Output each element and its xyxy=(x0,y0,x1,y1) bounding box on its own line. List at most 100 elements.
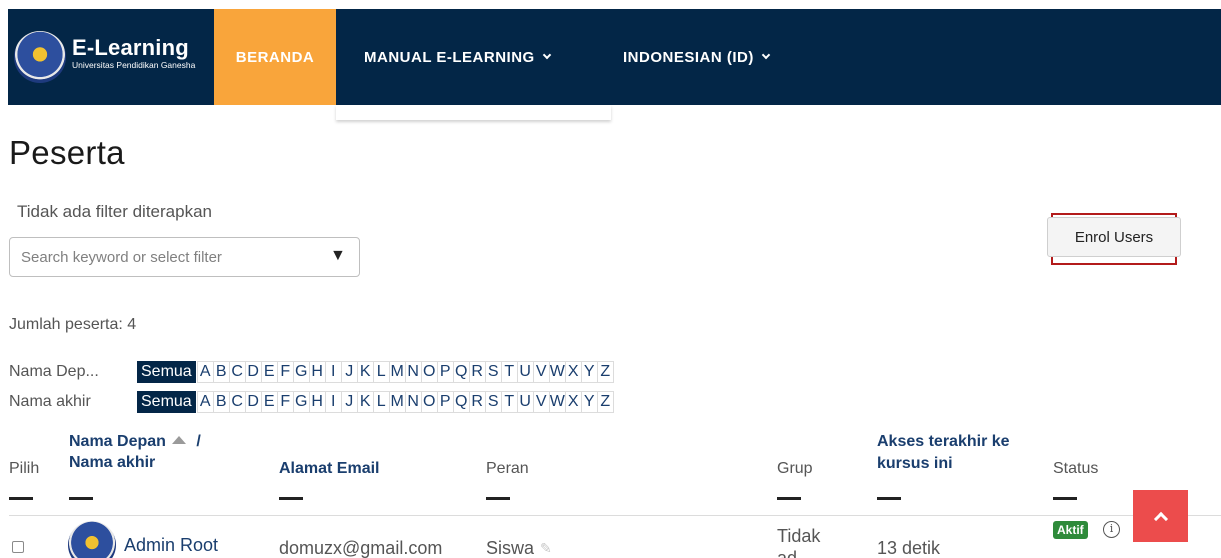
initial-first-p[interactable]: P xyxy=(436,361,454,383)
pencil-icon[interactable]: ✎ xyxy=(540,540,554,556)
initial-first-v[interactable]: V xyxy=(532,361,550,383)
initial-first-m[interactable]: M xyxy=(388,361,406,383)
dropdown-arrow-icon[interactable]: ▼ xyxy=(330,247,346,265)
initial-first-q[interactable]: Q xyxy=(452,361,470,383)
first-name-initials-label: Nama Dep... xyxy=(9,363,99,380)
initial-last-c[interactable]: C xyxy=(228,391,246,413)
initial-first-k[interactable]: K xyxy=(356,361,374,383)
initial-last-m[interactable]: M xyxy=(388,391,406,413)
collapse-column-name[interactable] xyxy=(69,497,93,500)
initial-last-k[interactable]: K xyxy=(356,391,374,413)
initial-first-r[interactable]: R xyxy=(468,361,486,383)
search-placeholder: Search keyword or select filter xyxy=(21,249,222,266)
initial-last-n[interactable]: N xyxy=(404,391,422,413)
initial-last-p[interactable]: P xyxy=(436,391,454,413)
initial-last-e[interactable]: E xyxy=(260,391,278,413)
header-last-access[interactable]: Akses terakhir ke kursus ini xyxy=(877,432,1010,474)
search-filter-input[interactable]: Search keyword or select filter ▼ xyxy=(9,237,360,277)
brand-link[interactable]: E-Learning Universitas Pendidikan Ganesh… xyxy=(8,9,214,105)
initial-first-e[interactable]: E xyxy=(260,361,278,383)
participant-group: Tidak ad xyxy=(777,525,820,558)
initial-last-y[interactable]: Y xyxy=(580,391,598,413)
nav-manual-dropdown[interactable]: MANUAL E-LEARNING xyxy=(364,9,551,105)
initial-first-j[interactable]: J xyxy=(340,361,358,383)
initial-first-u[interactable]: U xyxy=(516,361,534,383)
initial-last-x[interactable]: X xyxy=(564,391,582,413)
chevron-down-icon xyxy=(761,50,771,59)
initial-last-q[interactable]: Q xyxy=(452,391,470,413)
initial-letters-first: ABCDEFGHIJKLMNOPQRSTUVWXYZ xyxy=(196,361,614,383)
initial-first-s[interactable]: S xyxy=(484,361,502,383)
collapse-column-group[interactable] xyxy=(777,497,801,500)
participant-name-link[interactable]: Admin Root xyxy=(124,535,218,556)
collapse-column-email[interactable] xyxy=(279,497,303,500)
initial-first-o[interactable]: O xyxy=(420,361,438,383)
header-status: Status xyxy=(1053,460,1099,477)
initial-last-r[interactable]: R xyxy=(468,391,486,413)
initial-last-a[interactable]: A xyxy=(196,391,214,413)
nav-home[interactable]: BERANDA xyxy=(214,9,336,105)
enrol-users-button[interactable]: Enrol Users xyxy=(1047,217,1181,257)
participant-email: domuzx@gmail.com xyxy=(279,538,443,558)
header-email[interactable]: Alamat Email xyxy=(279,459,379,479)
initial-first-w[interactable]: W xyxy=(548,361,566,383)
participant-count: Jumlah peserta: 4 xyxy=(9,316,137,333)
header-role: Peran xyxy=(486,460,529,477)
header-first-name-label: Nama Depan xyxy=(69,433,166,450)
initial-last-f[interactable]: F xyxy=(276,391,294,413)
initial-all-last[interactable]: Semua xyxy=(137,391,196,413)
initial-last-o[interactable]: O xyxy=(420,391,438,413)
initial-first-c[interactable]: C xyxy=(228,361,246,383)
initial-first-l[interactable]: L xyxy=(372,361,390,383)
participant-group-line2: ad xyxy=(777,548,798,558)
row-select-checkbox[interactable] xyxy=(12,541,24,553)
initial-last-w[interactable]: W xyxy=(548,391,566,413)
initial-first-x[interactable]: X xyxy=(564,361,582,383)
collapse-column-select[interactable] xyxy=(9,497,33,500)
status-badge: Aktif xyxy=(1053,521,1088,539)
initial-first-z[interactable]: Z xyxy=(596,361,614,383)
initial-last-i[interactable]: I xyxy=(324,391,342,413)
table-row-divider xyxy=(9,515,1221,516)
initial-last-h[interactable]: H xyxy=(308,391,326,413)
initial-first-i[interactable]: I xyxy=(324,361,342,383)
initial-first-g[interactable]: G xyxy=(292,361,310,383)
initial-last-g[interactable]: G xyxy=(292,391,310,413)
initial-first-f[interactable]: F xyxy=(276,361,294,383)
initial-last-l[interactable]: L xyxy=(372,391,390,413)
info-icon[interactable]: i xyxy=(1103,521,1120,538)
collapse-column-access[interactable] xyxy=(877,497,901,500)
collapse-column-role[interactable] xyxy=(486,497,510,500)
initial-last-s[interactable]: S xyxy=(484,391,502,413)
header-last-name[interactable]: Nama akhir xyxy=(69,453,155,473)
enrol-highlight-box: Enrol Users xyxy=(1047,213,1181,265)
initial-first-n[interactable]: N xyxy=(404,361,422,383)
header-group: Grup xyxy=(777,460,813,477)
initial-last-t[interactable]: T xyxy=(500,391,518,413)
scroll-to-top-button[interactable] xyxy=(1133,490,1188,542)
initial-all-first[interactable]: Semua xyxy=(137,361,196,383)
initial-first-a[interactable]: A xyxy=(196,361,214,383)
initial-first-b[interactable]: B xyxy=(212,361,230,383)
initial-first-h[interactable]: H xyxy=(308,361,326,383)
page-title: Peserta xyxy=(9,134,125,171)
nav-language-dropdown[interactable]: INDONESIAN (ID) xyxy=(623,9,771,105)
last-name-initials-label: Nama akhir xyxy=(9,393,91,410)
initial-first-d[interactable]: D xyxy=(244,361,262,383)
initial-last-j[interactable]: J xyxy=(340,391,358,413)
header-last-access-line2: kursus ini xyxy=(877,455,953,472)
initial-last-v[interactable]: V xyxy=(532,391,550,413)
header-last-access-line1: Akses terakhir ke xyxy=(877,433,1010,450)
header-select: Pilih xyxy=(9,460,40,477)
participant-last-access: 13 detik xyxy=(877,538,941,558)
initial-last-d[interactable]: D xyxy=(244,391,262,413)
initial-last-b[interactable]: B xyxy=(212,391,230,413)
brand-subtitle: Universitas Pendidikan Ganesha xyxy=(72,60,196,70)
initial-first-t[interactable]: T xyxy=(500,361,518,383)
initial-last-u[interactable]: U xyxy=(516,391,534,413)
initial-last-z[interactable]: Z xyxy=(596,391,614,413)
collapse-column-status[interactable] xyxy=(1053,497,1077,500)
header-first-name[interactable]: Nama Depan / xyxy=(69,432,201,452)
initial-first-y[interactable]: Y xyxy=(580,361,598,383)
chevron-down-icon xyxy=(542,50,551,59)
